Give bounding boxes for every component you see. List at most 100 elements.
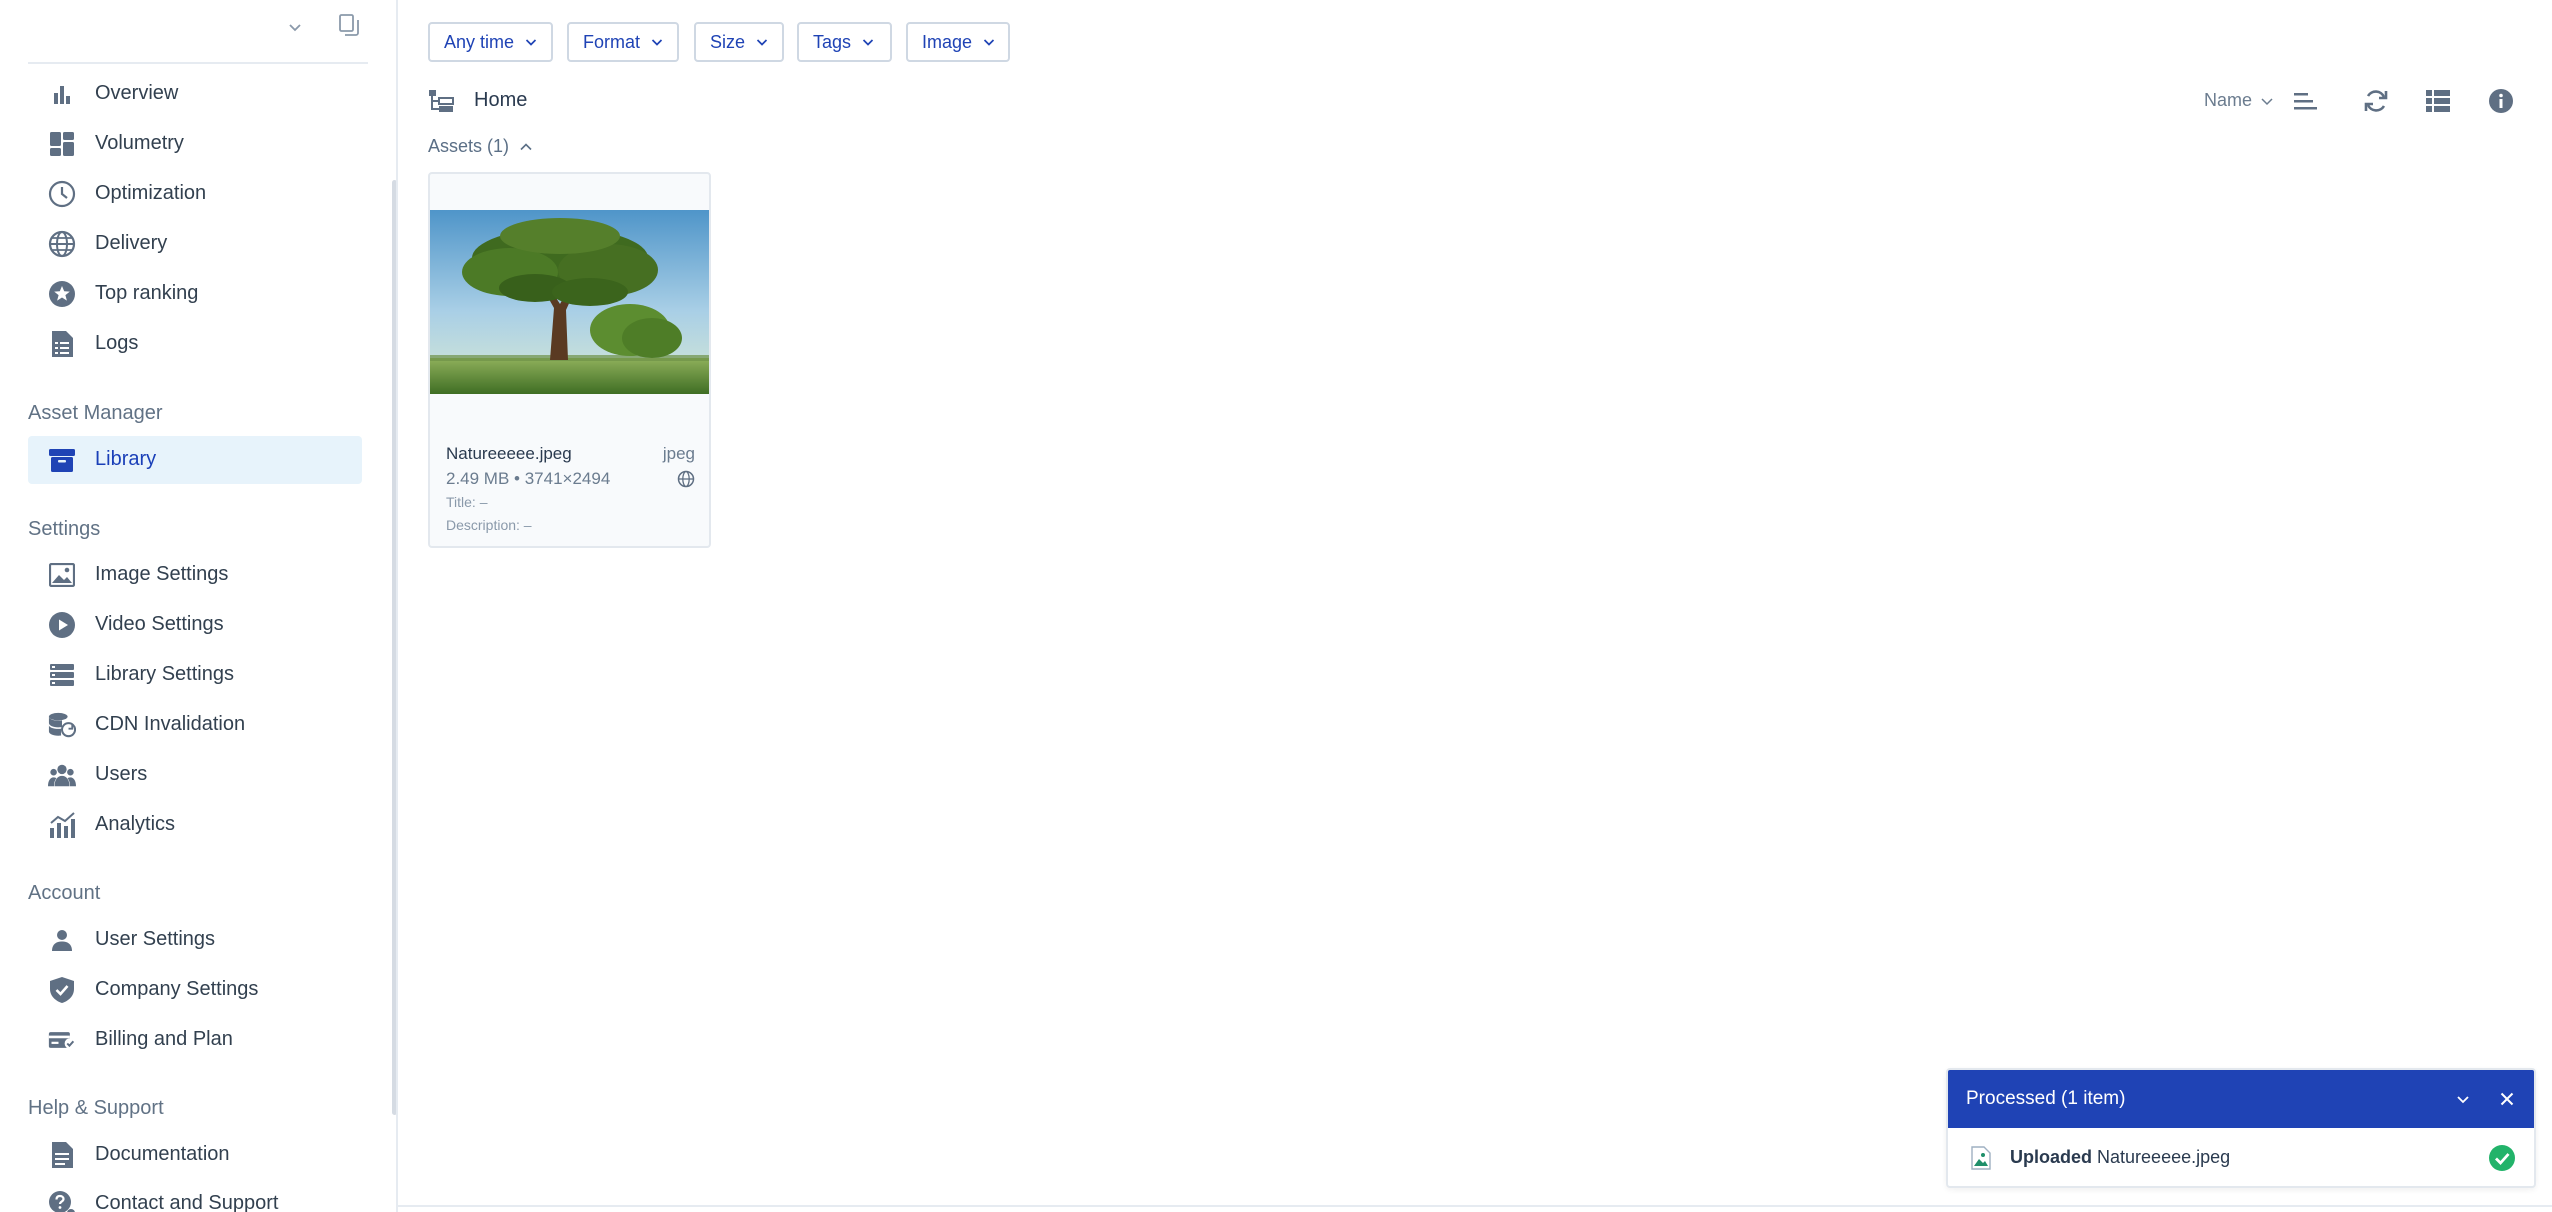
sidebar-item-volumetry[interactable]: Volumetry bbox=[28, 120, 362, 168]
filter-label: Any time bbox=[444, 31, 515, 52]
chevron-down-icon bbox=[524, 35, 538, 49]
sidebar-item-contact-and-support[interactable]: Contact and Support bbox=[28, 1180, 362, 1212]
analytics-icon bbox=[48, 811, 76, 839]
chevron-down-icon bbox=[2260, 94, 2274, 108]
chevron-down-icon bbox=[755, 35, 769, 49]
sidebar-item-library[interactable]: Library bbox=[28, 436, 362, 484]
upload-panel-title: Processed (1 item) bbox=[1966, 1088, 2126, 1109]
sidebar-item-user-settings[interactable]: User Settings bbox=[28, 916, 362, 964]
sidebar-item-label: Contact and Support bbox=[95, 1192, 279, 1212]
filter-label: Image bbox=[922, 31, 973, 52]
asset-filename: Natureeeee.jpeg bbox=[446, 444, 572, 463]
sidebar-item-library-settings[interactable]: Library Settings bbox=[28, 651, 362, 699]
upload-item-message: Uploaded Natureeeee.jpeg bbox=[2010, 1147, 2230, 1168]
info-icon[interactable] bbox=[2486, 86, 2516, 116]
sidebar-item-label: Library Settings bbox=[95, 663, 234, 685]
breadcrumb-home[interactable]: Home bbox=[474, 89, 527, 112]
sidebar-item-label: Delivery bbox=[95, 232, 168, 254]
section-heading-asset-manager: Asset Manager bbox=[28, 402, 163, 424]
asset-card[interactable]: Natureeeee.jpeg jpeg 2.49 MB • 3741×2494… bbox=[428, 172, 711, 548]
log-document-icon bbox=[48, 330, 76, 358]
play-circle-icon bbox=[48, 611, 76, 639]
chevron-down-icon bbox=[982, 35, 996, 49]
sidebar-item-label: Logs bbox=[95, 332, 139, 354]
asset-description: Description: – bbox=[446, 517, 532, 533]
upload-item-row: Uploaded Natureeeee.jpeg bbox=[1948, 1128, 2534, 1186]
asset-format-badge: jpeg bbox=[662, 444, 695, 463]
assets-group-label: Assets (1) bbox=[428, 136, 510, 156]
document-icon bbox=[48, 1141, 76, 1169]
filter-tags[interactable]: Tags bbox=[797, 22, 892, 62]
sort-label: Name bbox=[2204, 90, 2253, 110]
asset-thumbnail bbox=[430, 210, 709, 394]
chevron-down-icon[interactable] bbox=[2450, 1086, 2476, 1112]
star-icon bbox=[48, 280, 76, 308]
sidebar-item-label: Library bbox=[95, 448, 157, 470]
sidebar-item-analytics[interactable]: Analytics bbox=[28, 801, 362, 849]
sidebar-top-bar bbox=[28, 0, 368, 64]
sidebar-item-overview[interactable]: Overview bbox=[28, 70, 362, 118]
sidebar-item-label: Documentation bbox=[95, 1143, 230, 1165]
sidebar-item-top-ranking[interactable]: Top ranking bbox=[28, 270, 362, 318]
filter-size[interactable]: Size bbox=[694, 22, 784, 62]
filter-label: Tags bbox=[813, 31, 852, 52]
section-heading-settings: Settings bbox=[28, 518, 101, 540]
user-icon bbox=[48, 926, 76, 954]
database-refresh-icon bbox=[48, 711, 76, 739]
filter-image[interactable]: Image bbox=[906, 22, 1010, 62]
close-icon[interactable] bbox=[2494, 1086, 2520, 1112]
sidebar-item-label: Image Settings bbox=[95, 563, 229, 585]
sidebar-item-delivery[interactable]: Delivery bbox=[28, 220, 362, 268]
refresh-icon[interactable] bbox=[2361, 86, 2391, 116]
grid-icon bbox=[48, 130, 76, 158]
asset-title: Title: – bbox=[446, 494, 488, 510]
image-file-icon bbox=[1970, 1146, 1992, 1170]
sort-dropdown[interactable]: Name bbox=[2204, 90, 2274, 111]
sidebar-item-logs[interactable]: Logs bbox=[28, 320, 362, 368]
filter-format[interactable]: Format bbox=[567, 22, 679, 62]
chevron-down-icon[interactable] bbox=[278, 10, 312, 44]
sidebar-item-label: Company Settings bbox=[95, 978, 259, 1000]
sidebar-item-company-settings[interactable]: Company Settings bbox=[28, 966, 362, 1014]
sidebar-item-billing-and-plan[interactable]: Billing and Plan bbox=[28, 1016, 362, 1064]
section-heading-help-support: Help & Support bbox=[28, 1097, 164, 1119]
upload-progress-panel: Processed (1 item) Uploaded Natureeeee.j… bbox=[1946, 1068, 2536, 1188]
users-icon bbox=[48, 761, 76, 789]
sidebar-item-label: User Settings bbox=[95, 928, 216, 950]
section-heading-account: Account bbox=[28, 882, 101, 904]
copy-icon[interactable] bbox=[332, 8, 366, 42]
sort-direction-icon[interactable] bbox=[2290, 86, 2320, 116]
sidebar-item-label: Optimization bbox=[95, 182, 207, 204]
sidebar-item-label: Analytics bbox=[95, 813, 176, 835]
globe-icon bbox=[48, 230, 76, 258]
chevron-down-icon bbox=[650, 35, 664, 49]
upload-panel-header: Processed (1 item) bbox=[1948, 1070, 2534, 1128]
sidebar-item-label: Volumetry bbox=[95, 132, 184, 154]
image-icon bbox=[48, 561, 76, 589]
sidebar-item-video-settings[interactable]: Video Settings bbox=[28, 601, 362, 649]
globe-icon bbox=[677, 470, 695, 488]
folder-tree-icon[interactable] bbox=[428, 88, 454, 114]
sidebar-item-label: CDN Invalidation bbox=[95, 713, 246, 735]
sidebar-item-image-settings[interactable]: Image Settings bbox=[28, 551, 362, 599]
sidebar-item-documentation[interactable]: Documentation bbox=[28, 1131, 362, 1179]
sidebar-item-label: Overview bbox=[95, 82, 179, 104]
sidebar: Overview Volumetry Optimization Delivery… bbox=[0, 0, 398, 1212]
upload-status-word: Uploaded bbox=[2010, 1147, 2093, 1167]
sidebar-item-optimization[interactable]: Optimization bbox=[28, 170, 362, 218]
shield-check-icon bbox=[48, 976, 76, 1004]
sidebar-scrollbar[interactable] bbox=[392, 180, 396, 1115]
filter-label: Format bbox=[583, 31, 641, 52]
sidebar-item-label: Top ranking bbox=[95, 282, 199, 304]
check-circle-icon bbox=[2488, 1144, 2516, 1172]
filter-any-time[interactable]: Any time bbox=[428, 22, 553, 62]
clock-icon bbox=[48, 180, 76, 208]
sidebar-item-label: Video Settings bbox=[95, 613, 224, 635]
sidebar-item-users[interactable]: Users bbox=[28, 751, 362, 799]
sidebar-item-cdn-invalidation[interactable]: CDN Invalidation bbox=[28, 701, 362, 749]
assets-group-toggle[interactable]: Assets (1) bbox=[428, 136, 533, 157]
list-view-icon[interactable] bbox=[2423, 86, 2453, 116]
content-bottom-divider bbox=[398, 1205, 2552, 1207]
list-settings-icon bbox=[48, 661, 76, 689]
asset-size-dimensions: 2.49 MB • 3741×2494 bbox=[446, 469, 611, 488]
